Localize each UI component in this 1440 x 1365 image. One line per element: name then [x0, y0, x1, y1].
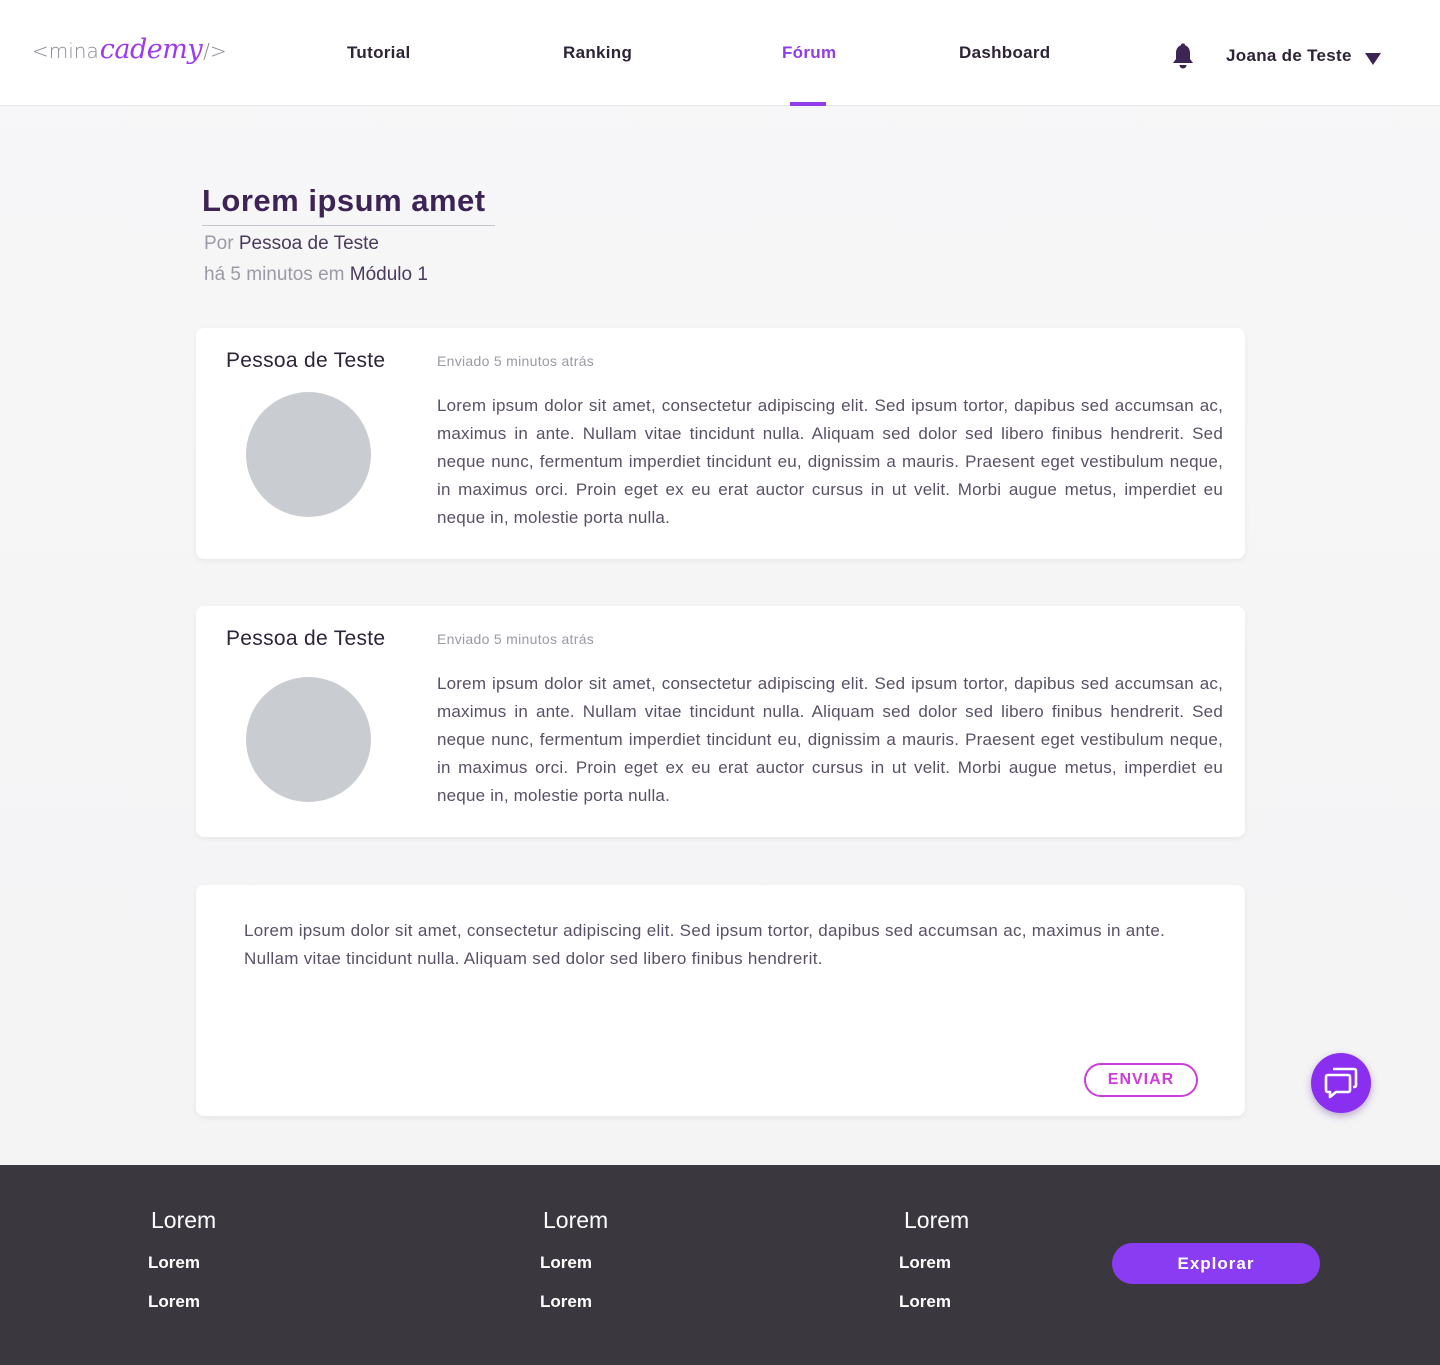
footer-heading: Lorem: [904, 1207, 970, 1233]
nav-forum[interactable]: Fórum: [782, 43, 836, 63]
logo-brand-text: cademy: [99, 34, 203, 65]
nav-dashboard[interactable]: Dashboard: [959, 43, 1051, 63]
top-navbar: <mina cademy/> Tutorial Ranking Fórum Das…: [0, 0, 1440, 106]
time-prefix: há 5 minutos em: [204, 264, 345, 285]
topic-title: Lorem ipsum amet: [202, 183, 486, 218]
module-link[interactable]: Módulo 1: [350, 264, 428, 285]
post-body: Lorem ipsum dolor sit amet, consectetur …: [437, 396, 1223, 527]
logo-open-bracket: <mina: [32, 39, 99, 63]
minacademy-logo[interactable]: <mina cademy/>: [32, 34, 227, 70]
post-author[interactable]: Pessoa de Teste: [226, 627, 385, 651]
active-nav-indicator: [790, 102, 826, 106]
post-timestamp: Enviado 5 minutos atrás: [437, 353, 595, 369]
footer-link[interactable]: Lorem: [540, 1292, 592, 1312]
footer-heading: Lorem: [543, 1207, 609, 1233]
post-card: Pessoa de Teste Enviado 5 minutos atrás …: [196, 606, 1245, 837]
explore-button[interactable]: Explorar: [1112, 1243, 1320, 1284]
chat-bubbles-icon[interactable]: [1311, 1053, 1371, 1113]
post-card: Pessoa de Teste Enviado 5 minutos atrás …: [196, 328, 1245, 559]
avatar[interactable]: [246, 392, 371, 517]
avatar[interactable]: [246, 677, 371, 802]
user-menu-name[interactable]: Joana de Teste: [1226, 46, 1352, 66]
post-timestamp: Enviado 5 minutos atrás: [437, 631, 595, 647]
footer-link[interactable]: Lorem: [148, 1253, 200, 1273]
footer-heading: Lorem: [151, 1207, 217, 1233]
topic-time-line: há 5 minutos em Módulo 1: [204, 264, 428, 286]
title-divider: [202, 225, 495, 226]
by-prefix: Por: [204, 233, 234, 254]
footer-link[interactable]: Lorem: [148, 1292, 200, 1312]
nav-tutorial[interactable]: Tutorial: [347, 43, 410, 63]
footer-link[interactable]: Lorem: [540, 1253, 592, 1273]
nav-ranking[interactable]: Ranking: [563, 43, 632, 63]
reply-card: Lorem ipsum dolor sit amet, consectetur …: [196, 885, 1245, 1116]
post-body: Lorem ipsum dolor sit amet, consectetur …: [437, 674, 1223, 805]
caret-down-icon[interactable]: [1364, 52, 1382, 66]
topic-author-line: Por Pessoa de Teste: [204, 233, 379, 255]
bell-icon[interactable]: [1170, 43, 1196, 71]
logo-close-bracket: />: [203, 39, 227, 63]
topic-author-link[interactable]: Pessoa de Teste: [239, 233, 379, 254]
reply-textarea[interactable]: Lorem ipsum dolor sit amet, consectetur …: [244, 917, 1204, 1057]
site-footer: Lorem Lorem Lorem Lorem Lorem Lorem Lore…: [0, 1165, 1440, 1365]
footer-link[interactable]: Lorem: [899, 1292, 951, 1312]
send-button[interactable]: ENVIAR: [1084, 1063, 1198, 1097]
footer-link[interactable]: Lorem: [899, 1253, 951, 1273]
post-author[interactable]: Pessoa de Teste: [226, 349, 385, 373]
